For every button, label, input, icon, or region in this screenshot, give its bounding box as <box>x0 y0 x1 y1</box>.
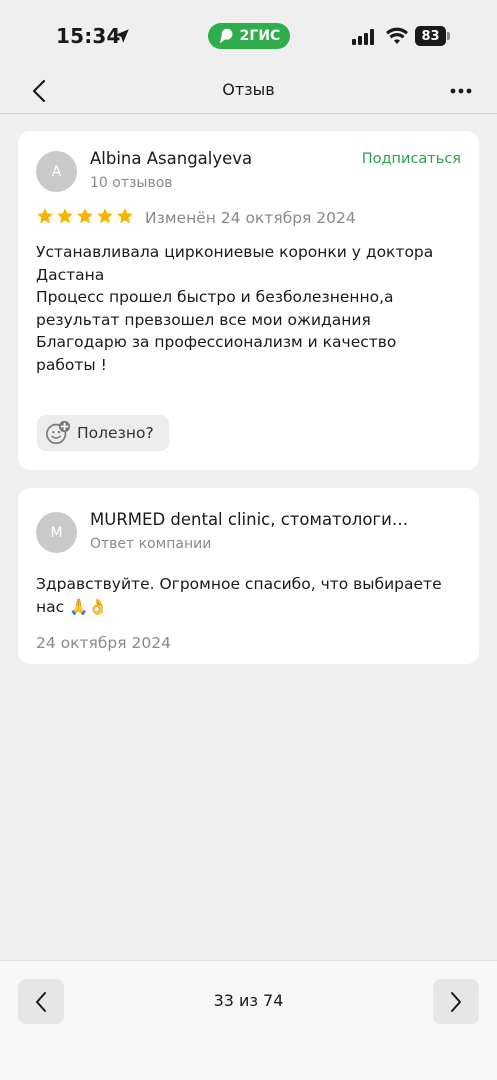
gis-logo-icon <box>219 28 233 44</box>
star-icon <box>117 208 133 224</box>
review-text-line: Устанавливала циркониевые коронки у докт… <box>36 243 434 261</box>
more-options-button[interactable] <box>444 76 478 106</box>
status-time: 15:34 <box>56 24 121 48</box>
avatar[interactable]: A <box>36 151 77 192</box>
company-name[interactable]: MURMED dental clinic, стоматологи… <box>90 510 408 529</box>
review-text-line: Дастана <box>36 265 105 284</box>
review-text-line: работы ! <box>36 355 107 374</box>
next-review-button[interactable] <box>433 979 479 1024</box>
pager-bar: 33 из 74 <box>0 960 497 1080</box>
review-text-line: результат превзошел все мои ожидания <box>36 310 371 329</box>
review-text-line: Благодарю за профессионализм и качество <box>36 333 397 352</box>
review-text-line: Процесс прошел быстро и безболезненно,а <box>36 288 394 307</box>
reply-role: Ответ компании <box>90 536 212 552</box>
location-arrow-icon <box>115 29 129 43</box>
app-badge[interactable]: 2ГИС <box>208 23 290 49</box>
company-reply-card: M MURMED dental clinic, стоматологи… Отв… <box>18 488 479 664</box>
more-dots-icon <box>450 88 472 94</box>
review-card: A Albina Asangalyeva 10 отзывов Подписат… <box>18 131 479 470</box>
pager-position: 33 из 74 <box>213 991 284 1010</box>
star-icon <box>37 208 53 224</box>
page-title: Отзыв <box>222 80 275 99</box>
cellular-signal-icon <box>352 29 374 45</box>
add-reaction-icon <box>46 420 71 445</box>
reply-text: Здравствуйте. Огромное спасибо, что выби… <box>36 573 466 618</box>
author-name[interactable]: Albina Asangalyeva <box>90 149 252 168</box>
helpful-label: Полезно? <box>77 424 154 442</box>
rating-stars <box>36 207 134 225</box>
helpful-button[interactable]: Полезно? <box>37 415 169 451</box>
chevron-right-icon <box>451 991 461 1012</box>
reply-date: 24 октября 2024 <box>36 634 171 652</box>
battery-tip <box>447 32 450 40</box>
app-badge-label: 2ГИС <box>239 28 281 44</box>
reply-text-line: Здравствуйте. Огромное спасибо, что выби… <box>36 575 442 593</box>
status-bar: 15:34 2ГИС 83 <box>0 0 497 70</box>
battery-level: 83 <box>415 26 446 46</box>
star-icon <box>77 208 93 224</box>
star-icon <box>57 208 73 224</box>
reply-text-line: нас 🙏👌 <box>36 597 108 616</box>
battery-indicator: 83 <box>415 26 451 46</box>
company-avatar[interactable]: M <box>36 512 77 553</box>
star-icon <box>97 208 113 224</box>
author-reviews-count: 10 отзывов <box>90 175 173 191</box>
review-text: Устанавливала циркониевые коронки у докт… <box>36 241 466 377</box>
edited-date: Изменён 24 октября 2024 <box>145 209 356 227</box>
wifi-icon <box>386 27 408 44</box>
subscribe-button[interactable]: Подписаться <box>362 151 461 167</box>
nav-header: Отзыв <box>0 70 497 114</box>
